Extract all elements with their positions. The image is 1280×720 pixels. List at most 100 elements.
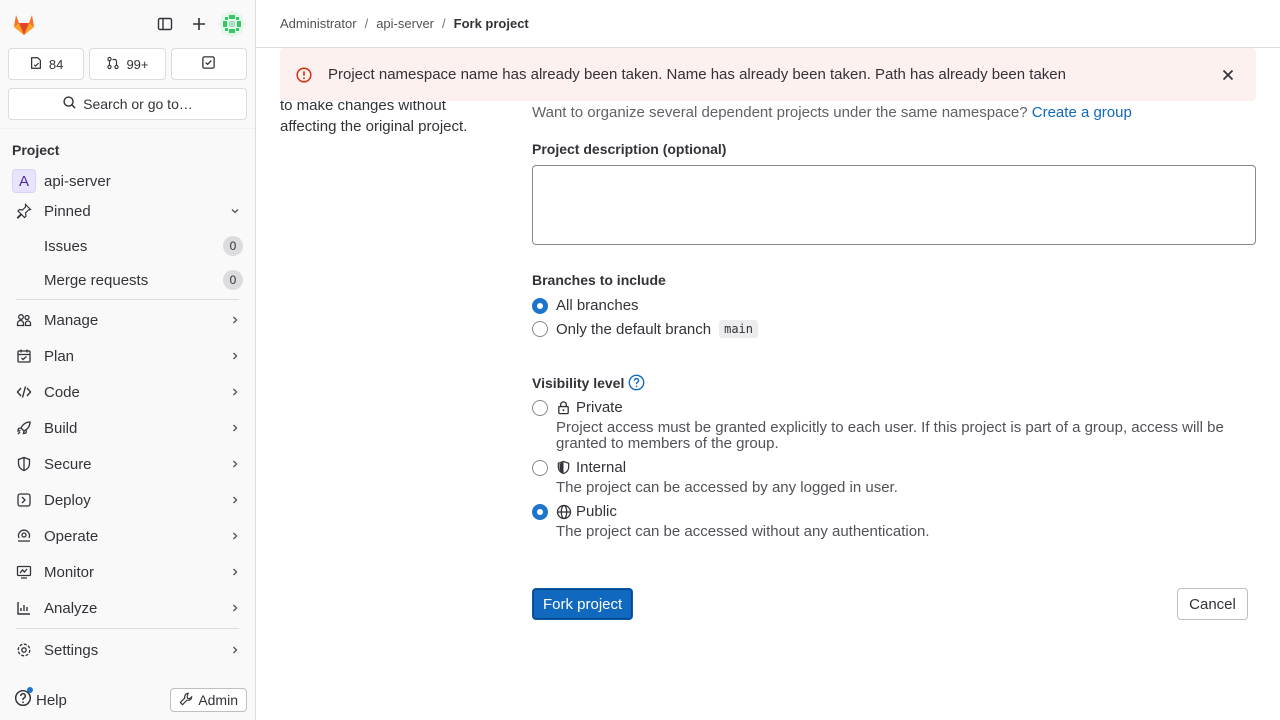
chevron-right-icon	[227, 384, 243, 400]
chevron-right-icon	[227, 564, 243, 580]
sidebar: 84 99+ Search or go to… Project A api-se…	[0, 0, 256, 720]
sidebar-item-pinned[interactable]: Pinned	[0, 195, 255, 227]
chart-icon	[16, 600, 32, 616]
avatar[interactable]	[219, 11, 245, 37]
gitlab-logo-icon[interactable]	[10, 10, 38, 38]
error-alert: Project namespace name has already been …	[280, 48, 1256, 101]
lock-icon	[556, 400, 572, 416]
todos-counter[interactable]	[170, 48, 247, 80]
group-help-text: Want to organize several dependent proje…	[532, 104, 1132, 121]
visibility-internal-radio[interactable]: Internal	[532, 459, 626, 476]
visibility-public-radio[interactable]: Public	[532, 503, 617, 520]
visibility-private-radio[interactable]: Private	[532, 399, 623, 416]
plus-icon[interactable]	[185, 10, 213, 38]
admin-button[interactable]: Admin	[170, 688, 247, 712]
radio-label: Internal	[576, 459, 627, 476]
radio-label: All branches	[556, 297, 639, 314]
sidebar-item-build[interactable]: Build	[0, 410, 255, 446]
sidebar-item-code[interactable]: Code	[0, 374, 255, 410]
chevron-right-icon	[227, 348, 243, 364]
divider	[16, 628, 239, 629]
collapse-sidebar-icon[interactable]	[151, 10, 179, 38]
monitor-icon	[16, 564, 32, 580]
radio-label: Private	[576, 399, 623, 416]
private-description: Project access must be granted explicitl…	[556, 419, 1224, 452]
breadcrumb-current[interactable]: Fork project	[454, 16, 529, 31]
sidebar-item-settings[interactable]: Settings	[0, 631, 255, 669]
radio-label: Public	[576, 503, 617, 520]
todo-checkbox-icon	[201, 55, 216, 73]
fork-project-button[interactable]: Fork project	[532, 588, 634, 620]
sidebar-item-label: Build	[44, 419, 78, 437]
breadcrumb-separator: /	[442, 16, 446, 31]
error-icon	[296, 66, 312, 83]
radio-label: Only the default branch	[556, 320, 712, 338]
radio-button[interactable]	[532, 459, 548, 476]
cancel-button[interactable]: Cancel	[1177, 588, 1248, 620]
plan-icon	[16, 348, 32, 364]
merge-requests-counter[interactable]: 99+	[89, 48, 166, 80]
wrench-icon	[179, 692, 193, 709]
visibility-label-row: Visibility level	[532, 374, 645, 391]
radio-button[interactable]	[532, 503, 548, 520]
chevron-down-icon	[227, 203, 243, 219]
radio-button[interactable]	[532, 297, 548, 314]
sidebar-item-monitor[interactable]: Monitor	[0, 554, 255, 590]
project-name: api-server	[44, 172, 111, 190]
shield-half-icon	[556, 460, 572, 476]
admin-label: Admin	[198, 692, 238, 708]
sidebar-item-label: Code	[44, 383, 80, 401]
branch-all-radio[interactable]: All branches	[532, 297, 639, 314]
radio-button[interactable]	[532, 399, 548, 416]
chevron-right-icon	[227, 456, 243, 472]
operate-icon	[16, 528, 32, 544]
sidebar-item-label: Pinned	[44, 202, 91, 220]
sidebar-item-analyze[interactable]: Analyze	[0, 590, 255, 626]
code-icon	[16, 384, 32, 400]
chevron-right-icon	[227, 492, 243, 508]
sidebar-item-label: Analyze	[44, 599, 98, 617]
sidebar-item-label: Secure	[44, 455, 92, 473]
sidebar-project-link[interactable]: A api-server	[0, 167, 255, 195]
search-label: Search or go to…	[83, 96, 193, 112]
divider	[16, 299, 239, 300]
sidebar-item-label: Settings	[44, 641, 99, 659]
breadcrumb-separator: /	[364, 16, 369, 31]
sidebar-item-plan[interactable]: Plan	[0, 338, 255, 374]
branches-label: Branches to include	[532, 272, 666, 288]
branch-code: main	[719, 320, 759, 338]
sidebar-item-merge-requests[interactable]: Merge requests 0	[0, 263, 255, 297]
deploy-icon	[16, 492, 32, 508]
sidebar-item-secure[interactable]: Secure	[0, 446, 255, 482]
breadcrumb-item[interactable]: api-server	[376, 16, 434, 31]
question-circle-icon[interactable]	[628, 374, 645, 391]
issues-counter[interactable]: 84	[8, 48, 85, 80]
chevron-right-icon	[227, 528, 243, 544]
issues-icon	[29, 56, 43, 73]
sidebar-item-deploy[interactable]: Deploy	[0, 482, 255, 518]
radio-button[interactable]	[532, 321, 548, 337]
create-group-link[interactable]: Create a group	[1032, 104, 1132, 121]
close-icon[interactable]	[1216, 63, 1240, 87]
issues-count: 84	[48, 56, 64, 72]
breadcrumb-item[interactable]: Administrator	[280, 16, 357, 31]
chevron-right-icon	[227, 600, 243, 616]
gear-icon	[16, 642, 32, 658]
sidebar-item-manage[interactable]: Manage	[0, 302, 255, 338]
branch-default-radio[interactable]: Only the default branch main	[532, 320, 759, 338]
chevron-right-icon	[227, 420, 243, 436]
sidebar-item-label: Manage	[44, 311, 99, 329]
public-description: The project can be accessed without any …	[556, 523, 930, 540]
sidebar-item-label: Issues	[44, 237, 88, 255]
sidebar-footer: Help Admin	[0, 680, 255, 720]
notification-dot	[27, 687, 33, 693]
sidebar-item-label: Deploy	[44, 491, 91, 509]
visibility-label: Visibility level	[532, 374, 625, 391]
search-button[interactable]: Search or go to…	[8, 88, 247, 120]
sidebar-item-label: Operate	[44, 527, 99, 545]
users-icon	[16, 312, 32, 328]
description-textarea[interactable]	[532, 165, 1256, 245]
help-button[interactable]: Help	[14, 687, 67, 711]
sidebar-item-operate[interactable]: Operate	[0, 518, 255, 554]
sidebar-item-issues[interactable]: Issues 0	[0, 229, 255, 263]
